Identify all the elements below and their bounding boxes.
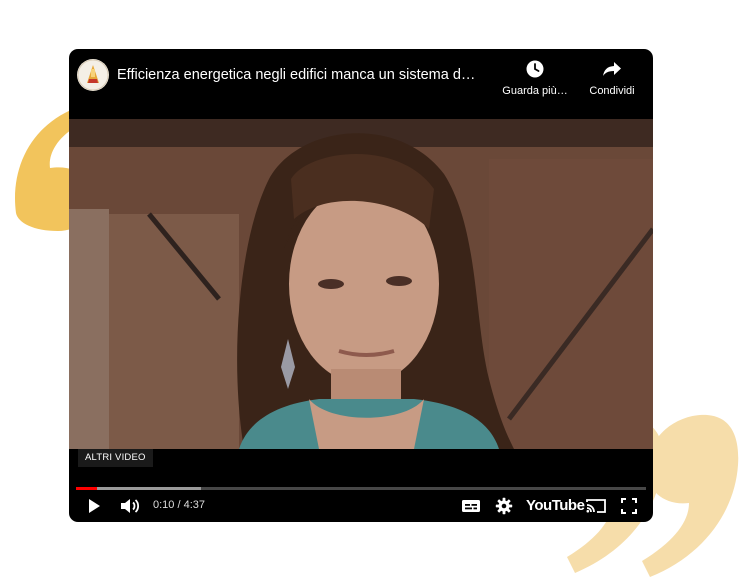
- play-icon: [89, 499, 100, 513]
- settings-button[interactable]: [495, 495, 513, 517]
- share-label: Condividi: [589, 85, 635, 97]
- video-title[interactable]: Efficienza energetica negli edifici manc…: [117, 67, 497, 83]
- gear-icon: [495, 497, 513, 515]
- volume-icon: [121, 499, 140, 513]
- share-arrow-icon: [603, 62, 621, 76]
- fullscreen-button[interactable]: [620, 495, 638, 517]
- clock-icon: [526, 60, 544, 78]
- subtitles-icon: [462, 500, 480, 512]
- more-videos-button[interactable]: ALTRI VIDEO: [78, 449, 153, 467]
- cast-button[interactable]: [585, 495, 607, 517]
- channel-logo-icon: [77, 59, 109, 91]
- youtube-logo[interactable]: YouTube: [526, 497, 585, 514]
- progress-bar[interactable]: [76, 487, 646, 490]
- watch-later-button[interactable]: Guarda più…: [497, 59, 573, 97]
- video-player[interactable]: Efficienza energetica negli edifici manc…: [69, 49, 653, 522]
- progress-played: [76, 487, 97, 490]
- time-display: 0:10 / 4:37: [153, 499, 205, 511]
- share-button[interactable]: Condividi: [574, 59, 650, 97]
- play-button[interactable]: [85, 495, 103, 517]
- cast-icon: [586, 499, 606, 513]
- fullscreen-icon: [621, 498, 637, 514]
- player-controls: 0:10 / 4:37 YouTube: [69, 495, 653, 517]
- channel-avatar[interactable]: [77, 59, 109, 91]
- watch-later-label: Guarda più…: [502, 85, 568, 97]
- player-top-bar: Efficienza energetica negli edifici manc…: [69, 49, 653, 119]
- video-still: [69, 119, 653, 449]
- video-frame[interactable]: [69, 119, 653, 449]
- volume-button[interactable]: [119, 495, 141, 517]
- subtitles-button[interactable]: [461, 495, 481, 517]
